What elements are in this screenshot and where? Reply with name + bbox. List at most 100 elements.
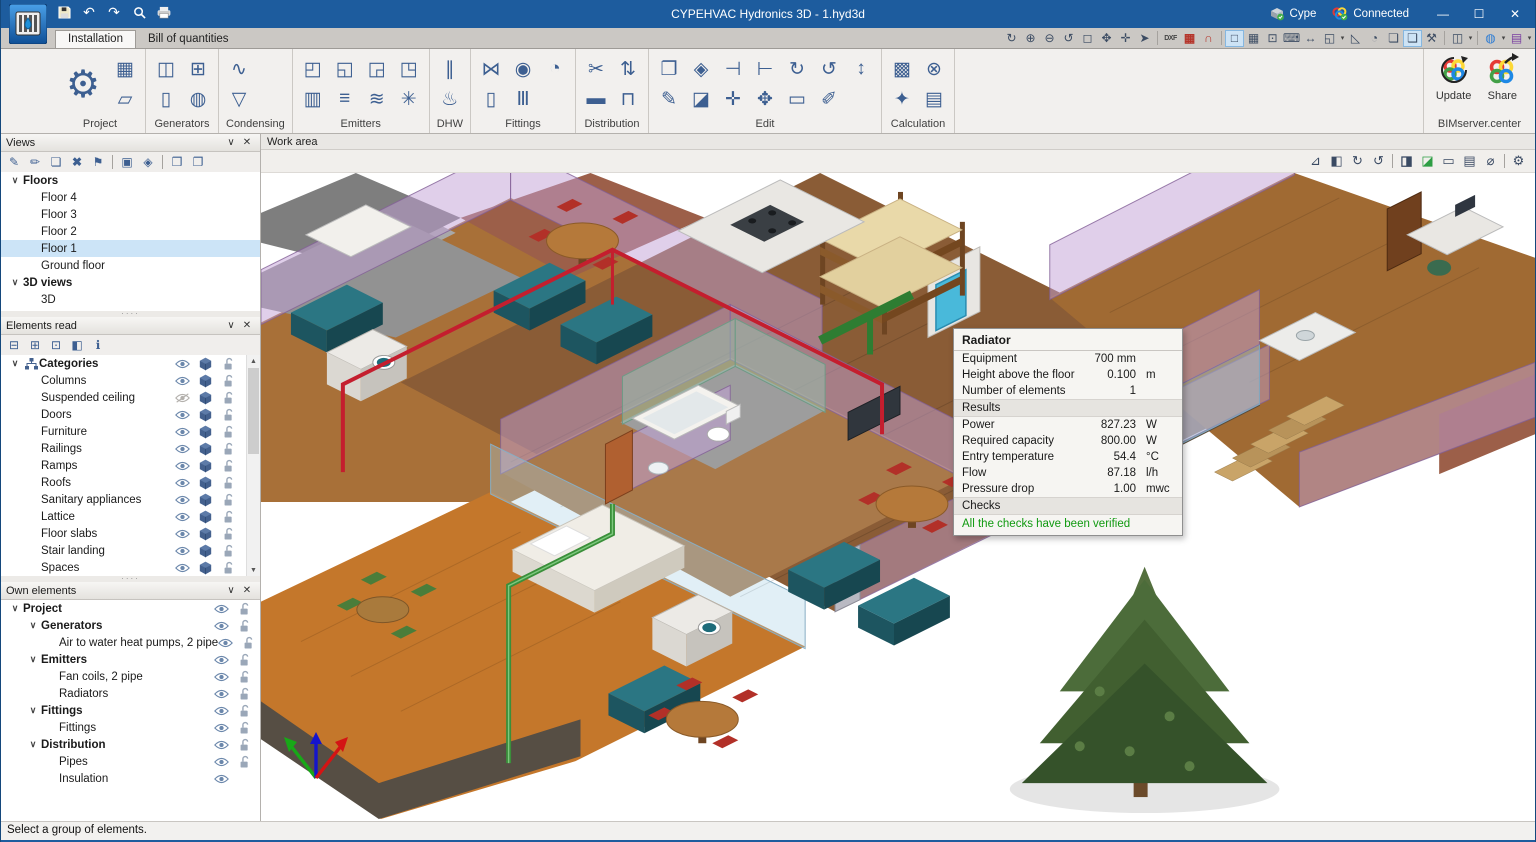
open-view-alt-icon[interactable]: ❐: [188, 154, 208, 171]
close-panel-icon[interactable]: ✕: [239, 320, 255, 331]
lock-open-icon[interactable]: [221, 475, 236, 490]
tree-item-ground-floor[interactable]: Ground floor: [1, 257, 260, 274]
lock-open-icon[interactable]: [221, 373, 236, 388]
lock-open-icon[interactable]: [221, 492, 236, 507]
eraser-icon[interactable]: ◪: [686, 85, 716, 113]
app-icon[interactable]: [9, 4, 47, 44]
eye-icon[interactable]: [218, 635, 233, 650]
move-view-icon[interactable]: ✛: [1116, 30, 1135, 47]
tree-item-floor-slabs[interactable]: Floor slabs: [1, 525, 260, 542]
tree-item-floors[interactable]: ∨Floors: [1, 172, 260, 189]
chevron-down-icon[interactable]: ▾: [1500, 34, 1507, 42]
maximize-button[interactable]: ☐: [1461, 1, 1497, 27]
connected-status-button[interactable]: Connected: [1332, 7, 1409, 21]
eye-off-icon[interactable]: [175, 390, 190, 405]
comment-icon[interactable]: ❑: [1403, 30, 1422, 47]
info-icon[interactable]: ℹ: [88, 337, 108, 354]
lock-open-icon[interactable]: [221, 390, 236, 405]
language-globe-icon[interactable]: ◍: [1481, 30, 1500, 47]
lock-open-icon[interactable]: [237, 686, 252, 701]
open-view-icon[interactable]: ❒: [167, 154, 187, 171]
pan-icon[interactable]: ✥: [1097, 30, 1116, 47]
rooftop-unit-icon[interactable]: ⊞: [183, 55, 213, 83]
chevron-down-icon[interactable]: ▾: [1339, 34, 1346, 42]
lock-open-icon[interactable]: [237, 737, 252, 752]
lock-open-icon[interactable]: [221, 526, 236, 541]
tab-bill-of-quantities[interactable]: Bill of quantities: [136, 31, 241, 48]
tree-item-stair-landing[interactable]: Stair landing: [1, 542, 260, 559]
gauge-icon[interactable]: ◔: [540, 55, 570, 83]
copy-icon[interactable]: ❐: [654, 55, 684, 83]
eye-icon[interactable]: [175, 509, 190, 524]
tree-item-spaces[interactable]: Spaces: [1, 559, 260, 576]
tree-item-generators[interactable]: ∨Generators: [1, 617, 260, 634]
turntable-icon[interactable]: ↺: [1368, 153, 1389, 170]
rotate-node-icon[interactable]: ↻: [782, 55, 812, 83]
radiator-icon[interactable]: ▥: [298, 85, 328, 113]
lock-open-icon[interactable]: [237, 618, 252, 633]
tree-item-project[interactable]: ∨Project: [1, 600, 260, 617]
lock-open-icon[interactable]: [221, 543, 236, 558]
eye-icon[interactable]: [214, 618, 229, 633]
eye-icon[interactable]: [175, 373, 190, 388]
layers-visibility-icon[interactable]: ▤: [1459, 153, 1480, 170]
chevron-down-icon[interactable]: ∨: [25, 620, 41, 631]
lock-open-icon[interactable]: [221, 407, 236, 422]
cube-icon[interactable]: [198, 373, 213, 388]
lock-open-icon[interactable]: [237, 754, 252, 769]
heat-pump-icon[interactable]: ◫: [151, 55, 181, 83]
camera-icon[interactable]: ▣: [117, 154, 137, 171]
cube-icon[interactable]: [198, 492, 213, 507]
set-square-icon[interactable]: ◺: [1346, 30, 1365, 47]
edit-view-icon[interactable]: ✏: [25, 154, 45, 171]
cube-icon[interactable]: [198, 543, 213, 558]
collector-icon[interactable]: ⊓: [613, 85, 643, 113]
3d-viewport[interactable]: Radiator Equipment700 mmHeight above the…: [261, 173, 1535, 821]
chevron-down-icon[interactable]: ∨: [25, 739, 41, 750]
eye-icon[interactable]: [175, 458, 190, 473]
zoom-all-icon[interactable]: ⊕: [1021, 30, 1040, 47]
valve-icon[interactable]: ⋈: [476, 55, 506, 83]
pipe-riser-icon[interactable]: ∥: [435, 55, 465, 83]
fancoil-cassette-icon[interactable]: ◲: [362, 55, 392, 83]
eye-icon[interactable]: [175, 492, 190, 507]
dimension-icon[interactable]: ↔: [1301, 30, 1320, 47]
tree-item-roofs[interactable]: Roofs: [1, 474, 260, 491]
tree-item-floor-3[interactable]: Floor 3: [1, 206, 260, 223]
scroll-up-icon[interactable]: ▲: [250, 355, 257, 367]
lock-open-icon[interactable]: [221, 458, 236, 473]
measure-icon[interactable]: ▭: [782, 85, 812, 113]
cube-icon[interactable]: [198, 560, 213, 575]
tree-item-railings[interactable]: Railings: [1, 440, 260, 457]
update-button[interactable]: Update: [1436, 53, 1471, 116]
tree-levels-icon[interactable]: ⊡: [46, 337, 66, 354]
eye-icon[interactable]: [214, 686, 229, 701]
chevron-down-icon[interactable]: ∨: [7, 175, 23, 186]
tree-expand-icon[interactable]: ⊞: [25, 337, 45, 354]
move-node-icon[interactable]: ✛: [718, 85, 748, 113]
dimension-style-icon[interactable]: ▭: [1438, 153, 1459, 170]
hide-elements-icon[interactable]: ⌀: [1480, 153, 1501, 170]
cube-icon[interactable]: [198, 356, 213, 371]
pointer-icon[interactable]: ➤: [1135, 30, 1154, 47]
tree-item-insulation[interactable]: Insulation: [1, 770, 260, 787]
cube-icon[interactable]: [198, 424, 213, 439]
chevron-down-icon[interactable]: ∨: [7, 358, 23, 369]
lock-open-icon[interactable]: [221, 509, 236, 524]
delete-view-icon[interactable]: ✖: [67, 154, 87, 171]
cube-icon[interactable]: [198, 526, 213, 541]
dxf-layers-icon[interactable]: ▦: [1180, 30, 1199, 47]
pump-icon[interactable]: ◉: [508, 55, 538, 83]
chevron-down-icon[interactable]: ▾: [1526, 34, 1533, 42]
help-book-icon[interactable]: ▤: [1507, 30, 1526, 47]
manifold-icon[interactable]: Ⅲ: [508, 85, 538, 113]
cube-icon[interactable]: [198, 509, 213, 524]
thermo-coil-icon[interactable]: ∿: [224, 55, 254, 83]
lock-open-icon[interactable]: [237, 669, 252, 684]
panel-emitter-icon[interactable]: ≡: [330, 85, 360, 113]
tree-item-3d-views[interactable]: ∨3D views: [1, 274, 260, 291]
tree-item-doors[interactable]: Doors: [1, 406, 260, 423]
redraw-icon[interactable]: ↻: [1002, 30, 1021, 47]
lock-open-icon[interactable]: [237, 601, 252, 616]
collapse-panel-icon[interactable]: ∨: [223, 137, 239, 148]
